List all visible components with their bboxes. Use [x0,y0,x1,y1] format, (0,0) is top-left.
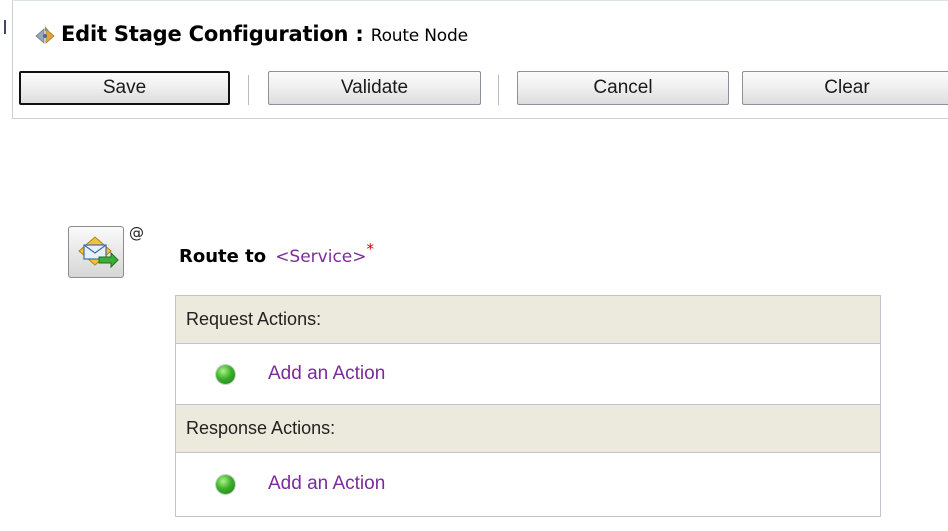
add-action-icon [216,475,235,494]
window-edge-mark [4,20,6,34]
route-to-row: Route to <Service>* [179,240,374,267]
clear-button[interactable]: Clear [742,71,948,105]
required-marker: * [366,240,375,258]
toolbar: Save Validate Cancel Clear [12,66,948,119]
validate-button[interactable]: Validate [268,71,481,105]
add-action-icon [216,365,235,384]
response-add-action-link[interactable]: Add an Action [268,473,385,495]
toolbar-divider [498,75,499,105]
service-link[interactable]: <Service> [275,247,366,267]
route-node-icon[interactable] [68,226,124,278]
request-add-action-link[interactable]: Add an Action [268,363,385,385]
page-title: Edit Stage Configuration : Route Node [61,22,468,46]
request-actions-row: Add an Action [176,344,880,405]
response-actions-row: Add an Action [176,453,880,516]
response-actions-header: Response Actions: [176,405,880,453]
envelope-route-icon [78,236,119,269]
save-button[interactable]: Save [19,71,230,105]
toolbar-divider [248,75,249,105]
at-icon: @ [129,224,144,242]
stage-config-icon [35,26,55,44]
page-title-main: Edit Stage Configuration [61,22,349,46]
page-title-separator: : [348,22,371,46]
page-subtitle: Route Node [370,26,468,46]
request-actions-header: Request Actions: [176,296,880,344]
title-bar: Edit Stage Configuration : Route Node [12,0,948,67]
route-to-label: Route to [179,246,267,267]
actions-table: Request Actions: Add an Action Response … [175,295,881,517]
cancel-button[interactable]: Cancel [517,71,729,105]
